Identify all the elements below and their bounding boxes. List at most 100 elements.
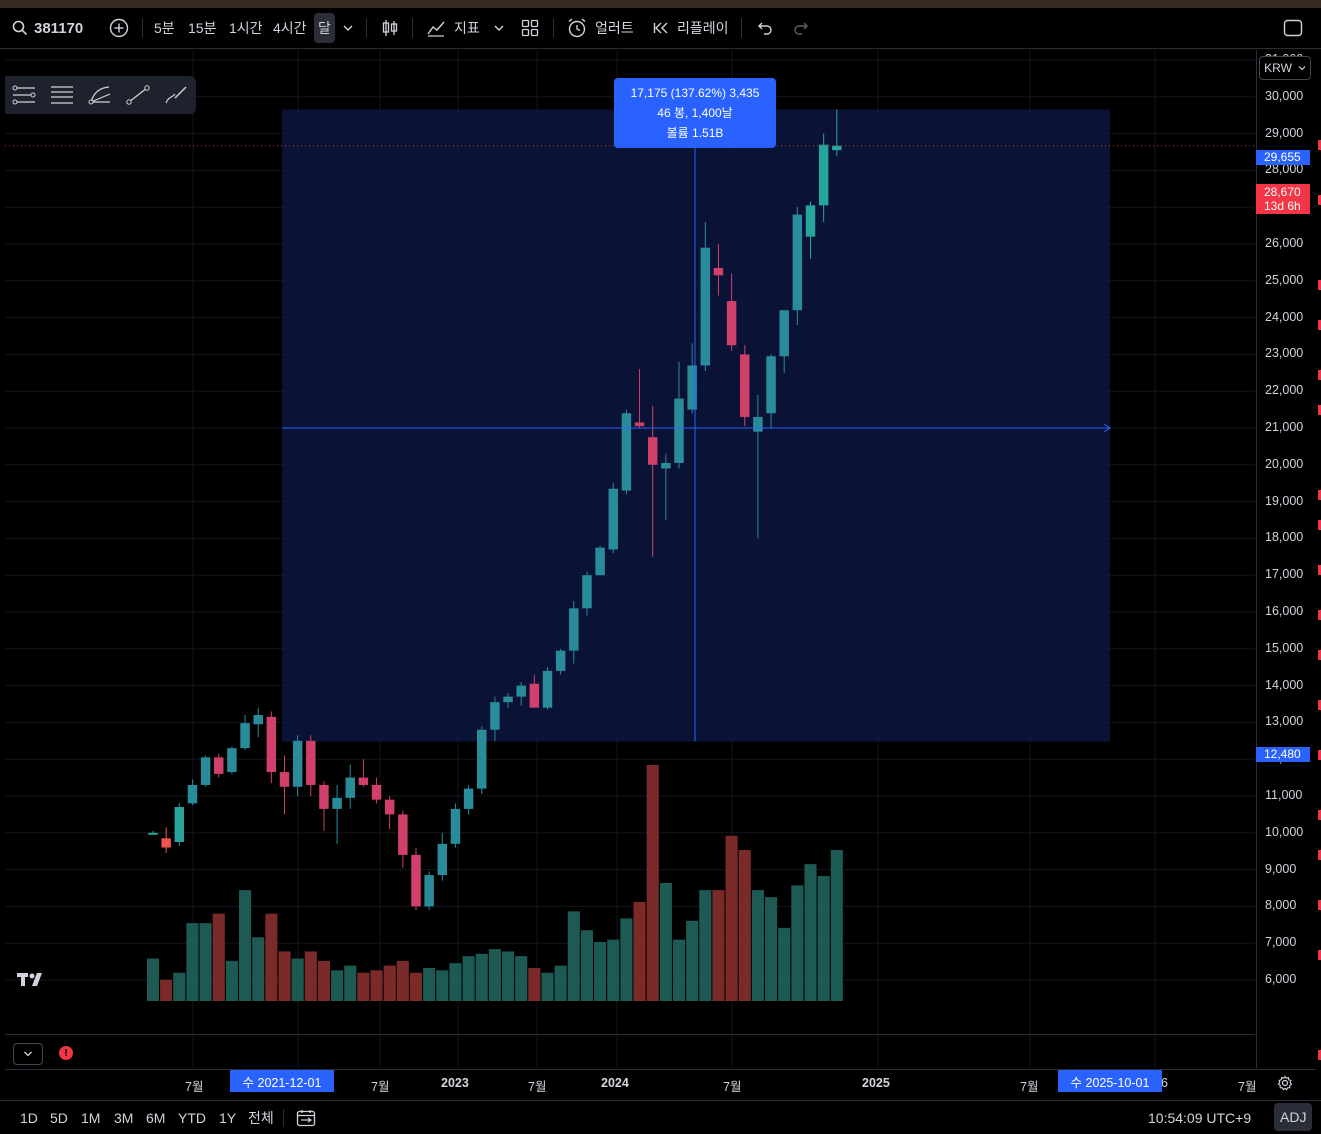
price-axis-label: 6,000	[1265, 972, 1297, 986]
fib-lines-icon	[51, 86, 73, 104]
interval-month[interactable]: 달	[314, 13, 335, 43]
volume-bar	[409, 972, 423, 1001]
price-chart[interactable]	[5, 50, 1255, 1068]
candle-body	[661, 462, 671, 469]
time-axis-label: 7월	[185, 1080, 204, 1094]
chevron-down-icon	[24, 1051, 32, 1057]
candle-body	[463, 788, 474, 809]
channel-tool[interactable]	[5, 76, 43, 114]
symbol-search[interactable]: 381170	[12, 8, 83, 48]
fib-retracement-tool[interactable]	[43, 76, 81, 114]
volume-bar	[370, 970, 383, 1001]
current-price-tag: 28,670 13d 6h	[1256, 184, 1310, 214]
candle-body	[398, 814, 408, 855]
candle-body	[319, 784, 329, 809]
candles-icon	[382, 20, 398, 36]
volume-bar	[699, 890, 712, 1001]
bottom-divider	[283, 1109, 284, 1127]
candle-body	[634, 422, 645, 427]
candle-body	[490, 702, 500, 730]
indicators-dropdown[interactable]	[493, 8, 505, 48]
range-1y[interactable]: 1Y	[219, 1101, 236, 1134]
candle-body	[529, 683, 540, 708]
volume-bar	[146, 958, 160, 1001]
volume-bar	[620, 918, 633, 1001]
price-axis-label: 9,000	[1265, 861, 1297, 876]
time-axis-label: 7월	[371, 1080, 390, 1094]
interval-1h[interactable]: 1시간	[229, 8, 263, 48]
candle-body	[424, 875, 434, 907]
currency-selector[interactable]: KRW	[1259, 56, 1311, 80]
interval-4h[interactable]: 4시간	[273, 8, 307, 48]
interval-5m[interactable]: 5분	[154, 8, 175, 48]
replay-button[interactable]: 리플레이	[653, 8, 729, 48]
volume-bar	[186, 923, 199, 1001]
price-axis-label: 16,000	[1265, 604, 1304, 618]
error-icon[interactable]: !	[59, 1046, 73, 1060]
volume-bar	[252, 937, 265, 1001]
toolbar-divider	[412, 18, 413, 38]
range-all[interactable]: 전체	[248, 1101, 274, 1134]
volume-bar	[712, 890, 725, 1001]
volume-bar	[278, 951, 291, 1001]
plus-circle-icon	[109, 18, 129, 38]
range-1m[interactable]: 1M	[81, 1101, 100, 1134]
price-axis-label: 15,000	[1265, 640, 1304, 655]
candle-body	[805, 205, 816, 237]
calendar-range-icon	[296, 1109, 316, 1126]
range-1d[interactable]: 1D	[20, 1101, 38, 1134]
range-ytd[interactable]: YTD	[178, 1101, 206, 1134]
brush-icon	[165, 86, 187, 104]
chart-type-button[interactable]	[380, 8, 400, 48]
price-axis-label: 11,000	[1265, 788, 1303, 802]
compare-button[interactable]	[109, 8, 129, 48]
fullscreen-button[interactable]	[1283, 8, 1303, 48]
volume-bar	[304, 951, 317, 1001]
candle-body	[279, 772, 290, 787]
volume-bar	[686, 920, 699, 1001]
pane-separator[interactable]	[5, 1034, 1255, 1035]
indicators-button[interactable]: 지표	[426, 8, 480, 48]
currency-label: KRW	[1264, 61, 1292, 75]
price-axis-label: 10,000	[1265, 824, 1304, 839]
volume-bar	[317, 960, 330, 1001]
candle-body	[345, 777, 355, 798]
settings-gear-icon[interactable]	[1277, 1075, 1293, 1091]
volume-bar	[830, 849, 843, 1001]
interval-dropdown[interactable]	[342, 8, 354, 48]
undo-icon	[758, 22, 772, 35]
price-axis-label: 14,000	[1265, 677, 1304, 692]
fib-fan-tool[interactable]	[81, 76, 119, 114]
toolbar-divider	[366, 18, 367, 38]
volume-bar	[515, 956, 528, 1001]
go-to-date-button[interactable]	[296, 1101, 316, 1134]
volume-bar	[502, 951, 515, 1001]
range-5d[interactable]: 5D	[50, 1101, 68, 1134]
redo-button[interactable]	[793, 8, 811, 48]
undo-button[interactable]	[755, 8, 773, 48]
candle-body	[187, 784, 198, 804]
interval-15m[interactable]: 15분	[188, 8, 216, 48]
chart-pane[interactable]	[5, 50, 1255, 1068]
measure-high-tag: 29,655	[1256, 150, 1310, 165]
measure-bars: 46 봉, 1,400날	[657, 106, 733, 120]
price-axis-label: 18,000	[1265, 530, 1304, 545]
range-6m[interactable]: 6M	[146, 1101, 165, 1134]
candle-body	[214, 757, 224, 774]
tradingview-logo-icon[interactable]	[17, 970, 47, 988]
range-3m[interactable]: 3M	[114, 1101, 133, 1134]
collapse-pane-button[interactable]	[13, 1043, 43, 1065]
candle-body	[740, 354, 750, 417]
candle-body	[832, 145, 842, 151]
search-icon	[12, 20, 28, 36]
trend-line-tool[interactable]	[119, 76, 157, 114]
layouts-button[interactable]	[521, 8, 539, 48]
time-axis-label: 2023	[441, 1076, 469, 1090]
clock[interactable]: 10:54:09 UTC+9	[1148, 1101, 1251, 1134]
measure-tooltip: 17,175 (137.62%) 3,435 46 봉, 1,400날 볼륨 1…	[614, 78, 776, 148]
brush-tool[interactable]	[157, 76, 195, 114]
candle-body	[306, 740, 316, 785]
adj-toggle[interactable]: ADJ	[1274, 1103, 1313, 1131]
alert-button[interactable]: 얼러트	[566, 8, 634, 48]
toolbar-divider	[142, 18, 143, 38]
